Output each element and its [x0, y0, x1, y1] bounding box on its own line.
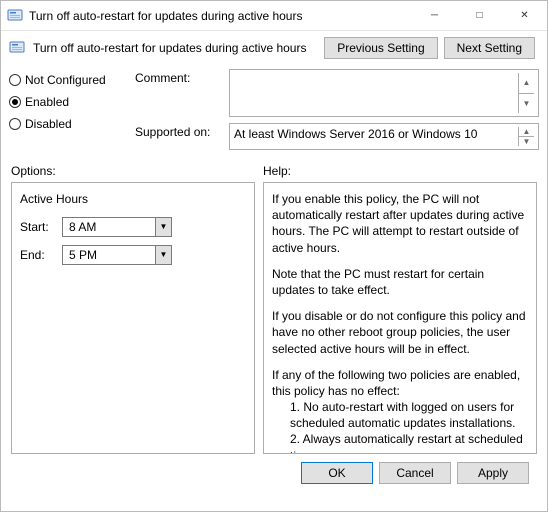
start-label: Start:: [20, 219, 56, 235]
split-panels: Options: Active Hours Start: 8 AM ▼ End:…: [9, 164, 539, 454]
window-controls: ─ □ ✕: [412, 1, 547, 30]
options-label: Options:: [11, 164, 255, 178]
end-label: End:: [20, 247, 56, 263]
radio-not-configured[interactable]: Not Configured: [9, 73, 129, 87]
fields-column: Comment: ▲ ▼ Supported on: At least Wind…: [135, 69, 539, 156]
form-area: Not Configured Enabled Disabled Comment:…: [9, 69, 539, 156]
next-setting-button[interactable]: Next Setting: [444, 37, 535, 59]
radio-label: Disabled: [25, 117, 72, 131]
spin-buttons: ▲ ▼: [518, 73, 534, 113]
radio-label: Enabled: [25, 95, 69, 109]
close-icon: ✕: [520, 10, 528, 21]
end-row: End: 5 PM ▼: [20, 245, 246, 265]
radio-icon: [9, 74, 21, 86]
help-panel: If you enable this policy, the PC will n…: [263, 182, 537, 454]
header-row: Turn off auto-restart for updates during…: [9, 37, 539, 59]
supported-label: Supported on:: [135, 123, 225, 139]
help-list-item: 2. Always automatically restart at sched…: [272, 431, 528, 454]
radio-label: Not Configured: [25, 73, 106, 87]
comment-label: Comment:: [135, 69, 225, 85]
spin-up-icon[interactable]: ▲: [518, 73, 534, 94]
spin-down-icon[interactable]: ▼: [518, 94, 534, 114]
dialog-footer: OK Cancel Apply: [9, 454, 539, 484]
policy-icon: [9, 40, 25, 56]
chevron-down-icon: ▼: [155, 218, 171, 236]
apply-button[interactable]: Apply: [457, 462, 529, 484]
comment-row: Comment: ▲ ▼: [135, 69, 539, 117]
end-value: 5 PM: [69, 247, 97, 263]
help-list-item: 1. No auto-restart with logged on users …: [272, 399, 528, 431]
comment-value: [234, 73, 518, 113]
minimize-icon: ─: [431, 10, 438, 21]
help-paragraph: If any of the following two policies are…: [272, 367, 528, 399]
spin-down-icon[interactable]: ▼: [518, 137, 534, 146]
spin-up-icon[interactable]: ▲: [518, 127, 534, 137]
radio-icon: [9, 96, 21, 108]
policy-heading: Turn off auto-restart for updates during…: [33, 41, 316, 55]
nav-buttons: Previous Setting Next Setting: [324, 37, 539, 59]
content-area: Turn off auto-restart for updates during…: [1, 31, 547, 492]
help-paragraph: If you disable or do not configure this …: [272, 308, 528, 357]
supported-field: At least Windows Server 2016 or Windows …: [229, 123, 539, 150]
help-paragraph: Note that the PC must restart for certai…: [272, 266, 528, 298]
close-button[interactable]: ✕: [502, 1, 547, 30]
ok-button[interactable]: OK: [301, 462, 373, 484]
maximize-button[interactable]: □: [457, 1, 502, 30]
help-column: Help: If you enable this policy, the PC …: [263, 164, 537, 454]
minimize-button[interactable]: ─: [412, 1, 457, 30]
comment-field[interactable]: ▲ ▼: [229, 69, 539, 117]
options-column: Options: Active Hours Start: 8 AM ▼ End:…: [11, 164, 255, 454]
start-row: Start: 8 AM ▼: [20, 217, 246, 237]
supported-row: Supported on: At least Windows Server 20…: [135, 123, 539, 150]
options-group-title: Active Hours: [20, 191, 246, 207]
radio-enabled[interactable]: Enabled: [9, 95, 129, 109]
window-title: Turn off auto-restart for updates during…: [29, 9, 412, 23]
start-combo[interactable]: 8 AM ▼: [62, 217, 172, 237]
cancel-button[interactable]: Cancel: [379, 462, 451, 484]
end-combo[interactable]: 5 PM ▼: [62, 245, 172, 265]
title-bar: Turn off auto-restart for updates during…: [1, 1, 547, 31]
help-paragraph: If you enable this policy, the PC will n…: [272, 191, 528, 256]
policy-icon: [7, 8, 23, 24]
options-panel: Active Hours Start: 8 AM ▼ End: 5 PM ▼: [11, 182, 255, 454]
spin-buttons: ▲ ▼: [518, 127, 534, 146]
maximize-icon: □: [476, 10, 482, 21]
state-column: Not Configured Enabled Disabled: [9, 69, 129, 156]
supported-value: At least Windows Server 2016 or Windows …: [234, 127, 518, 146]
radio-icon: [9, 118, 21, 130]
radio-disabled[interactable]: Disabled: [9, 117, 129, 131]
start-value: 8 AM: [69, 219, 96, 235]
help-label: Help:: [263, 164, 537, 178]
chevron-down-icon: ▼: [155, 246, 171, 264]
previous-setting-button[interactable]: Previous Setting: [324, 37, 437, 59]
